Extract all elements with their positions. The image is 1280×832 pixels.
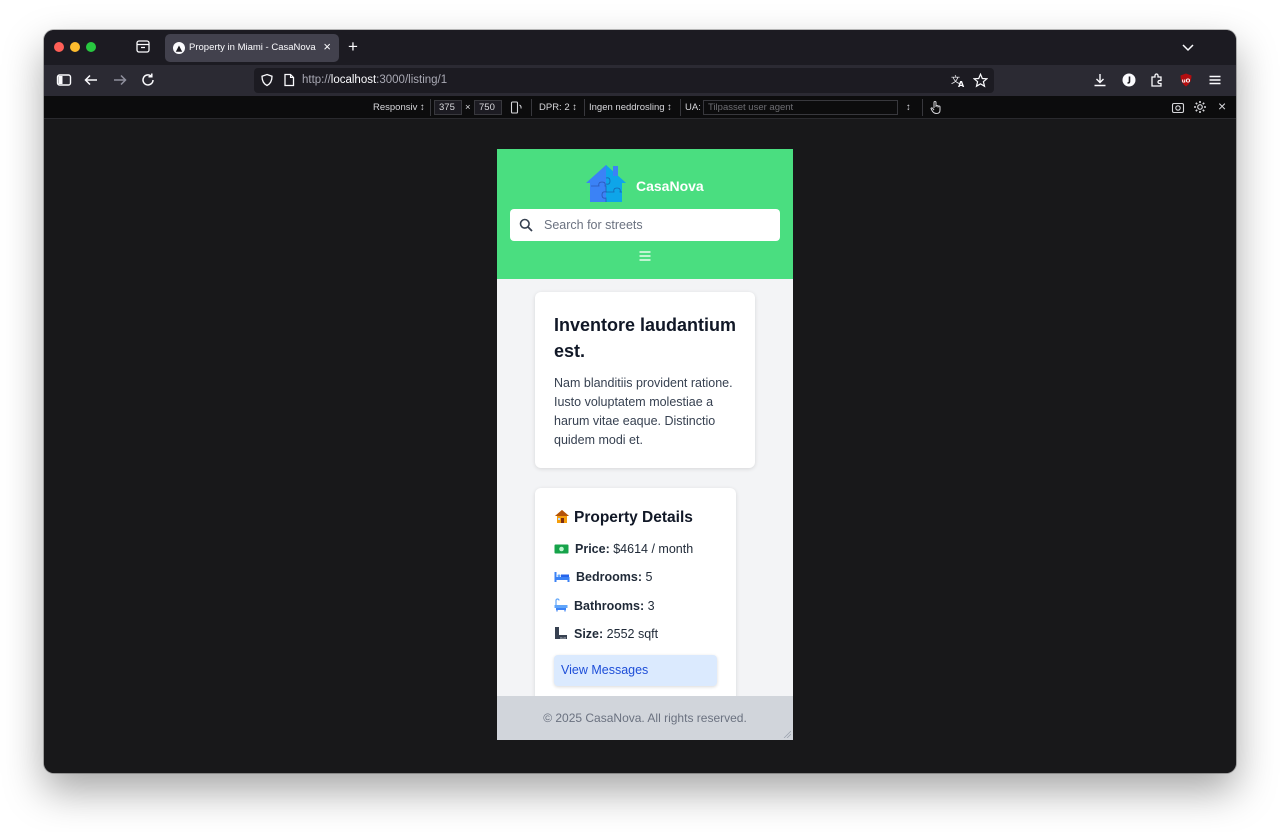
list-all-tabs-icon[interactable] bbox=[1180, 39, 1196, 55]
new-tab-button[interactable]: + bbox=[348, 37, 358, 57]
minimize-window-button[interactable] bbox=[70, 42, 80, 52]
tab-overview-icon[interactable] bbox=[136, 40, 150, 53]
user-agent-dropdown-arrow[interactable]: ↕ bbox=[906, 102, 911, 113]
listing-title: Inventore laudantium est. bbox=[554, 315, 737, 361]
svg-text:uO: uO bbox=[1182, 79, 1191, 85]
listing-description-card: Inventore laudantium est. Nam blanditiis… bbox=[535, 292, 755, 468]
bathtub-icon bbox=[554, 598, 568, 612]
extensions-puzzle-icon[interactable] bbox=[1149, 72, 1165, 88]
account-avatar-icon[interactable] bbox=[1121, 72, 1137, 88]
bookmark-star-icon[interactable] bbox=[973, 73, 988, 88]
tracking-protection-shield-icon[interactable] bbox=[260, 73, 274, 87]
device-viewport: CasaNova Search for streets Inventore la… bbox=[497, 149, 793, 740]
search-icon bbox=[519, 218, 533, 232]
page-info-icon[interactable] bbox=[283, 73, 295, 87]
property-details-card: Property Details Price: $4614 / month Be… bbox=[535, 488, 736, 718]
ublock-origin-icon[interactable]: uO bbox=[1178, 72, 1194, 88]
mobile-menu-icon[interactable] bbox=[639, 251, 651, 261]
casanova-puzzle-house-logo[interactable] bbox=[585, 162, 627, 204]
close-rdm-icon[interactable]: × bbox=[1218, 98, 1226, 114]
dimension-times-sign: × bbox=[465, 102, 471, 113]
listing-description: Nam blanditiis provident ratione. Iusto … bbox=[554, 376, 733, 447]
navigation-toolbar: http://localhost:3000/listing/1 文 A uO bbox=[44, 65, 1236, 96]
zoom-window-button[interactable] bbox=[86, 42, 96, 52]
browser-window: Property in Miami - CasaNova × + http://… bbox=[44, 30, 1236, 773]
tab-strip: Property in Miami - CasaNova × + bbox=[44, 30, 1236, 65]
resize-handle-icon[interactable] bbox=[783, 730, 791, 738]
hamburger-menu-icon[interactable] bbox=[1207, 72, 1223, 88]
device-selector[interactable]: Responsiv ↕ bbox=[373, 102, 425, 113]
network-throttling-selector[interactable]: Ingen neddrosling ↕ bbox=[589, 102, 672, 113]
house-icon bbox=[555, 510, 569, 523]
responsive-design-toolbar: Responsiv ↕ 375 × 750 DPR: 2 ↕ Ingen ned… bbox=[44, 96, 1236, 119]
search-input[interactable]: Search for streets bbox=[510, 209, 780, 241]
detail-row-bedrooms: Bedrooms: 5 bbox=[554, 570, 652, 588]
toolbar-separator bbox=[531, 99, 532, 116]
toolbar-separator bbox=[430, 99, 431, 116]
rotate-viewport-icon[interactable] bbox=[510, 101, 523, 114]
active-tab[interactable]: Property in Miami - CasaNova × bbox=[165, 34, 339, 62]
sidebar-toggle-icon[interactable] bbox=[56, 72, 72, 88]
money-icon bbox=[554, 544, 569, 554]
site-header: CasaNova Search for streets bbox=[497, 149, 793, 279]
downloads-icon[interactable] bbox=[1092, 72, 1108, 88]
close-window-button[interactable] bbox=[54, 42, 64, 52]
dpr-selector[interactable]: DPR: 2 ↕ bbox=[539, 102, 577, 113]
forward-arrow-icon[interactable] bbox=[112, 72, 128, 88]
detail-row-bathrooms: Bathrooms: 3 bbox=[554, 598, 655, 616]
brand-name[interactable]: CasaNova bbox=[636, 178, 704, 194]
user-agent-label: UA: bbox=[685, 102, 701, 113]
toolbar-separator bbox=[584, 99, 585, 116]
property-details-heading: Property Details bbox=[554, 509, 693, 527]
site-favicon-icon bbox=[173, 42, 185, 54]
address-bar[interactable]: http://localhost:3000/listing/1 文 A bbox=[254, 68, 994, 93]
site-footer: © 2025 CasaNova. All rights reserved. bbox=[497, 696, 793, 740]
toolbar-separator bbox=[680, 99, 681, 116]
reload-icon[interactable] bbox=[140, 72, 156, 88]
tab-close-icon[interactable]: × bbox=[323, 39, 331, 55]
viewport-height-input[interactable]: 750 bbox=[474, 100, 502, 115]
translate-icon[interactable]: 文 A bbox=[951, 73, 966, 88]
search-placeholder: Search for streets bbox=[544, 218, 643, 232]
toolbar-separator bbox=[922, 99, 923, 116]
viewport-width-input[interactable]: 375 bbox=[434, 100, 462, 115]
settings-gear-icon[interactable] bbox=[1193, 100, 1207, 114]
back-arrow-icon[interactable] bbox=[83, 72, 99, 88]
detail-row-size: Size: 2552 sqft bbox=[554, 626, 658, 644]
svg-text:A: A bbox=[958, 80, 965, 88]
view-messages-button[interactable]: View Messages bbox=[554, 655, 717, 686]
url-text: http://localhost:3000/listing/1 bbox=[302, 74, 448, 86]
user-agent-input[interactable]: Tilpasset user agent bbox=[703, 100, 898, 115]
ruler-icon bbox=[555, 627, 567, 639]
detail-row-price: Price: $4614 / month bbox=[554, 542, 693, 560]
copyright-text: © 2025 CasaNova. All rights reserved. bbox=[543, 711, 747, 725]
tab-title: Property in Miami - CasaNova bbox=[189, 42, 316, 53]
screenshot-camera-icon[interactable] bbox=[1171, 101, 1185, 114]
bed-icon bbox=[554, 572, 570, 582]
touch-simulation-icon[interactable] bbox=[929, 100, 943, 115]
